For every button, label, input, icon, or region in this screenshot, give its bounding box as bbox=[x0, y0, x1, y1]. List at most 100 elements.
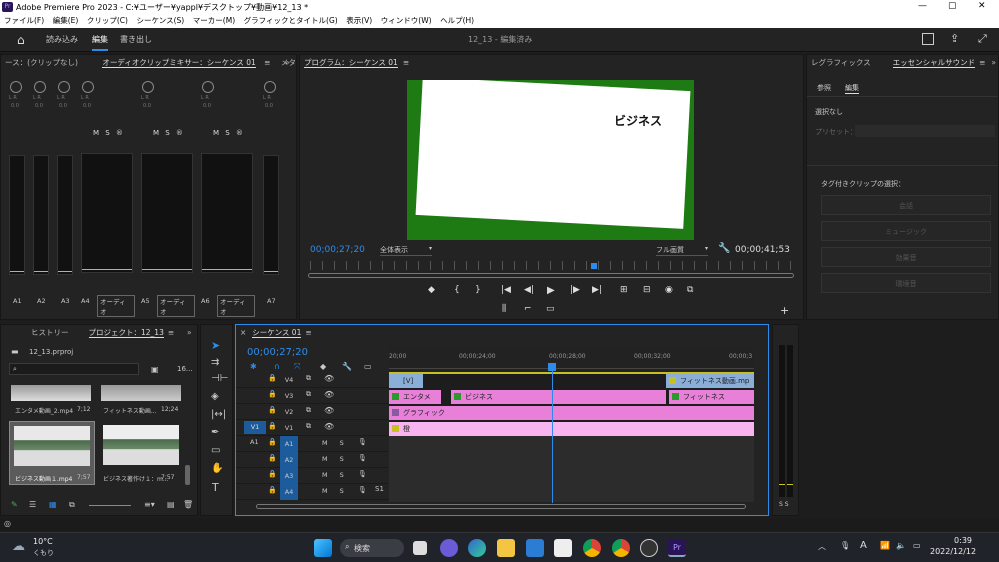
pan-knob-icon[interactable] bbox=[10, 81, 22, 93]
panel-menu-icon[interactable]: ≡ bbox=[403, 58, 409, 67]
lock-icon[interactable]: 🔒 bbox=[268, 390, 277, 398]
microphone-icon[interactable]: 🎙 bbox=[358, 486, 367, 494]
eye-icon[interactable]: 👁 bbox=[324, 406, 334, 415]
tag-ambience-button[interactable]: 環境音 bbox=[821, 273, 991, 293]
chrome-icon-2[interactable] bbox=[612, 539, 630, 557]
tab-edit[interactable]: 編集 bbox=[92, 34, 108, 51]
fader-track[interactable] bbox=[81, 153, 133, 273]
tag-music-button[interactable]: ミュージック bbox=[821, 221, 991, 241]
lock-icon[interactable]: 🔒 bbox=[268, 454, 277, 462]
playhead-marker[interactable] bbox=[591, 263, 597, 269]
media-player-icon[interactable] bbox=[640, 539, 658, 557]
track-select-tool-icon[interactable]: ⇉ bbox=[211, 357, 219, 368]
track-target[interactable]: A3 bbox=[280, 468, 298, 484]
fader-track[interactable] bbox=[263, 155, 279, 275]
more-panels-icon[interactable]: » bbox=[991, 58, 996, 67]
new-item-icon[interactable]: ▤ bbox=[167, 500, 175, 509]
source-patch-a1[interactable]: A1 bbox=[250, 438, 259, 446]
menu-edit[interactable]: 編集(E) bbox=[53, 16, 79, 25]
menu-window[interactable]: ウィンドウ(W) bbox=[381, 16, 432, 25]
clip-v4-a[interactable]: [V] bbox=[389, 374, 423, 388]
step-forward-icon[interactable]: |▶ bbox=[570, 285, 580, 295]
microphone-icon[interactable]: 🎙 bbox=[358, 438, 367, 446]
msr-buttons[interactable]: M S ® bbox=[213, 129, 245, 137]
clip-v4-fitness[interactable]: フィットネス動画.mp bbox=[666, 374, 754, 388]
clip-v3-fitness[interactable]: フィットネス bbox=[669, 390, 754, 404]
edge-icon[interactable] bbox=[468, 539, 486, 557]
clock-date[interactable]: 2022/12/12 bbox=[930, 547, 976, 556]
fit-dropdown[interactable]: 全体表示 ▾ bbox=[380, 245, 432, 256]
selection-tool-icon[interactable]: ➤ bbox=[211, 339, 220, 352]
pan-knob-icon[interactable] bbox=[142, 81, 154, 93]
tab-import[interactable]: 読み込み bbox=[46, 34, 78, 45]
quality-dropdown[interactable]: フル画質 ▾ bbox=[656, 245, 708, 256]
more-panels-icon[interactable]: » bbox=[187, 325, 192, 341]
menu-help[interactable]: ヘルプ(H) bbox=[440, 16, 474, 25]
workspace-icon[interactable] bbox=[922, 33, 934, 45]
project-item-thumb[interactable] bbox=[101, 385, 181, 401]
tab-essential-sound[interactable]: エッセンシャルサウンド bbox=[892, 58, 976, 68]
pan-knob-icon[interactable] bbox=[264, 81, 276, 93]
chrome-icon[interactable] bbox=[583, 539, 601, 557]
menu-sequence[interactable]: シーケンス(S) bbox=[137, 16, 185, 25]
camera-icon[interactable]: ◉ bbox=[665, 285, 673, 295]
track-target[interactable]: A1 bbox=[280, 436, 298, 452]
wifi-icon[interactable]: 📶 bbox=[880, 541, 890, 550]
ime-indicator[interactable]: A bbox=[860, 540, 867, 551]
list-view-icon[interactable]: ☰ bbox=[29, 500, 36, 509]
hand-tool-icon[interactable]: ✋ bbox=[211, 463, 223, 474]
step-back-icon[interactable]: ◀| bbox=[524, 285, 534, 295]
mute-solo-labels[interactable]: M S bbox=[322, 455, 344, 463]
solo-labels[interactable]: S S bbox=[779, 501, 789, 508]
snap-icon[interactable]: ∩ bbox=[274, 362, 280, 371]
marker-icon[interactable]: ◆ bbox=[428, 285, 435, 295]
tag-sfx-button[interactable]: 効果音 bbox=[821, 247, 991, 267]
track-target[interactable]: V2 bbox=[280, 404, 298, 420]
microphone-icon[interactable]: 🎙 bbox=[840, 541, 850, 550]
source-patch-v1[interactable]: V1 bbox=[244, 421, 266, 434]
fullscreen-icon[interactable]: ⤢ bbox=[978, 32, 987, 46]
pen-tool-icon[interactable]: ✒ bbox=[211, 427, 219, 438]
sync-icon[interactable]: ⧉ bbox=[306, 390, 311, 399]
fader-track[interactable] bbox=[201, 153, 253, 273]
timeline-playhead[interactable] bbox=[552, 365, 553, 503]
new-bin-icon[interactable]: ▣ bbox=[151, 365, 159, 374]
pencil-icon[interactable]: ✎ bbox=[11, 500, 18, 509]
channel-type[interactable]: オーディオ bbox=[217, 295, 255, 317]
program-timecode[interactable]: 00;00;27;20 bbox=[310, 245, 365, 255]
menu-file[interactable]: ファイル(F) bbox=[4, 16, 44, 25]
share-icon[interactable]: ⇪ bbox=[950, 32, 959, 45]
mail-icon[interactable] bbox=[526, 539, 544, 557]
track-target[interactable]: V4 bbox=[280, 372, 298, 388]
rectangle-tool-icon[interactable]: ▭ bbox=[211, 445, 220, 456]
eye-icon[interactable]: 👁 bbox=[324, 374, 334, 383]
time-ruler[interactable] bbox=[310, 261, 792, 270]
icon-view-icon[interactable]: ▦ bbox=[49, 500, 57, 509]
linked-icon[interactable]: ⤧ bbox=[294, 362, 300, 372]
channel-type[interactable]: オーディオ bbox=[97, 295, 135, 317]
tab-history[interactable]: ヒストリー bbox=[31, 328, 69, 337]
zoom-scrollbar[interactable] bbox=[308, 273, 794, 278]
track-target[interactable]: V3 bbox=[280, 388, 298, 404]
playhead-handle[interactable] bbox=[548, 363, 556, 371]
lock-icon[interactable]: 🔒 bbox=[268, 470, 277, 478]
fader-track[interactable] bbox=[141, 153, 193, 273]
minimize-icon[interactable]: — bbox=[918, 1, 927, 11]
eye-icon[interactable]: 👁 bbox=[324, 390, 334, 399]
tab-panel-menu[interactable]: ≡ bbox=[264, 58, 270, 67]
tab-project[interactable]: プロジェクト：12_13 bbox=[88, 328, 164, 338]
clip-v3-entame[interactable]: エンタメ bbox=[389, 390, 441, 404]
chevron-up-icon[interactable]: ︿ bbox=[818, 541, 826, 552]
menu-clip[interactable]: クリップ(C) bbox=[87, 16, 128, 25]
panel-menu-icon[interactable]: ≡ bbox=[305, 328, 311, 337]
pan-knob-icon[interactable] bbox=[58, 81, 70, 93]
extract-icon[interactable]: ⊟ bbox=[643, 285, 651, 295]
mark-out-icon[interactable]: } bbox=[475, 285, 481, 295]
nest-icon[interactable]: ✱ bbox=[250, 362, 257, 371]
fader-track[interactable] bbox=[9, 155, 25, 275]
preset-dropdown[interactable] bbox=[855, 125, 995, 137]
sort-icon[interactable]: ≡▾ bbox=[144, 500, 155, 509]
pan-knob-icon[interactable] bbox=[202, 81, 214, 93]
pan-knob-icon[interactable] bbox=[82, 81, 94, 93]
track-target[interactable]: V1 bbox=[280, 420, 298, 436]
